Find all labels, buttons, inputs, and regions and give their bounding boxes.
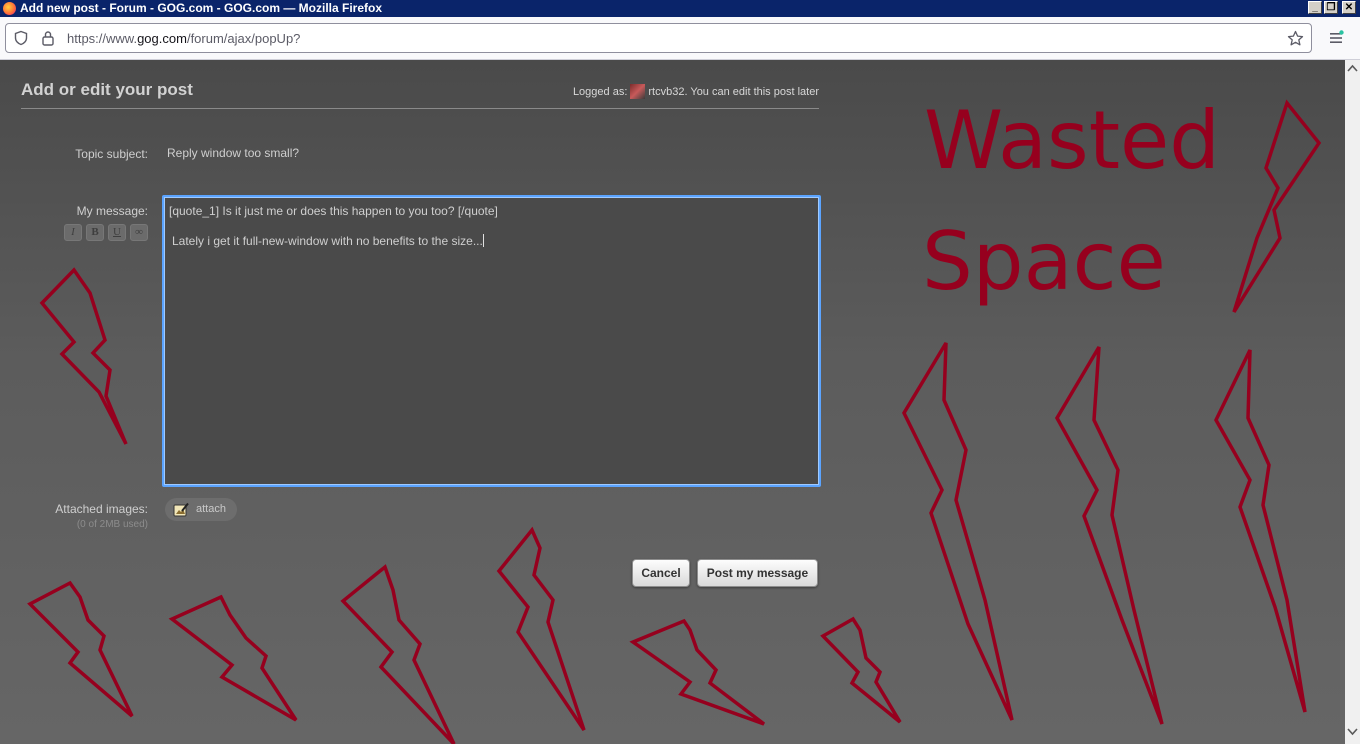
lightning-bolt-annotation [39, 267, 128, 445]
window-title: Add new post - Forum - GOG.com - GOG.com… [20, 1, 383, 15]
lock-icon[interactable] [41, 30, 55, 46]
lightning-bolt-annotation [340, 564, 456, 744]
lightning-bolt-annotation [902, 342, 1014, 721]
shield-icon[interactable] [13, 30, 29, 46]
firefox-icon [3, 2, 16, 15]
lightning-bolt-annotation [1054, 346, 1164, 725]
lightning-bolt-annotation [820, 616, 902, 724]
lightning-bolt-annotation [629, 618, 766, 726]
browser-toolbar: https://www.gog.com/forum/ajax/popUp? [0, 17, 1360, 60]
minimize-button[interactable]: _ [1308, 1, 1322, 14]
maximize-button[interactable]: ❐ [1324, 1, 1338, 14]
address-bar[interactable]: https://www.gog.com/forum/ajax/popUp? [5, 23, 1312, 53]
lightning-bolt-annotation [27, 580, 134, 718]
lightning-bolt-annotations [27, 99, 1322, 744]
window-title-bar: Add new post - Forum - GOG.com - GOG.com… [0, 0, 1360, 17]
scroll-up-arrow-icon[interactable] [1347, 64, 1358, 72]
page-scrollbar[interactable] [1345, 60, 1360, 744]
page-content: Add or edit your post Logged as: rtcvb32.… [0, 60, 1345, 744]
lightning-bolt-annotation [496, 526, 586, 731]
lightning-bolt-annotation [1214, 349, 1307, 713]
lightning-bolt-annotation [168, 594, 298, 722]
lightning-bolt-annotation [1232, 99, 1322, 313]
close-button[interactable]: ✕ [1342, 1, 1356, 14]
url-text: https://www.gog.com/forum/ajax/popUp? [67, 31, 301, 46]
menu-icon[interactable] [1328, 30, 1344, 46]
scroll-down-arrow-icon[interactable] [1347, 728, 1358, 736]
bookmark-star-icon[interactable] [1287, 30, 1304, 47]
